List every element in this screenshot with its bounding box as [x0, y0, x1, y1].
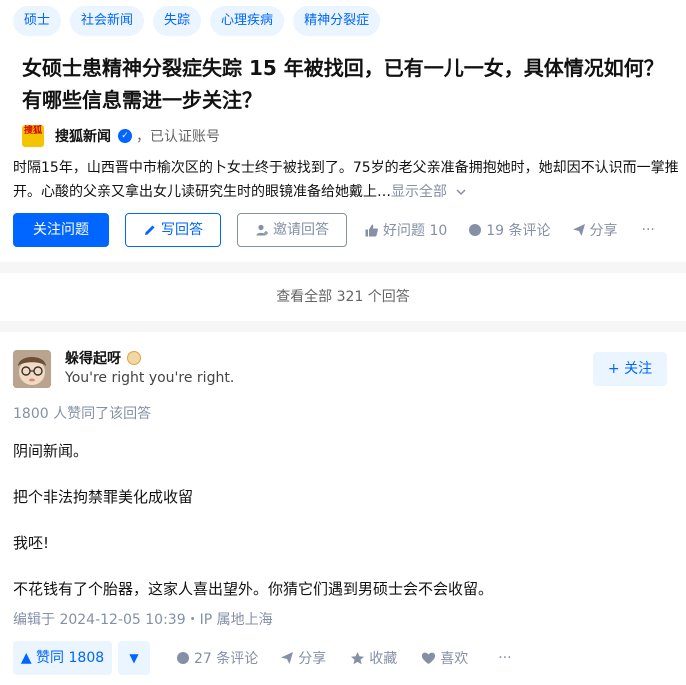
answer-paragraph: 阴间新闻。: [13, 442, 89, 460]
heart-icon: [422, 652, 436, 664]
excerpt-text: 时隔15年，山西晋中市榆次区的卜女士终于被找到了。75岁的老父亲准备拥抱她时，她…: [13, 160, 679, 200]
author-headline: You're right you're right.: [65, 370, 235, 386]
topic-tag[interactable]: 心理疾病: [210, 6, 285, 36]
like-button[interactable]: 喜欢: [421, 648, 468, 668]
topic-tag[interactable]: 社会新闻: [70, 6, 145, 36]
like-label: 喜欢: [440, 651, 469, 667]
answer-paragraph: 我呸!: [13, 534, 50, 552]
write-answer-label: 写回答: [161, 222, 203, 238]
collect-button[interactable]: 收藏: [350, 648, 397, 668]
thumbs-up-icon: [365, 224, 378, 236]
avatar-image: [13, 350, 51, 388]
topic-tag[interactable]: 失踪: [153, 6, 202, 36]
comment-icon: [177, 652, 189, 664]
question-excerpt: 时隔15年，山西晋中市榆次区的卜女士终于被找到了。75岁的老父亲准备拥抱她时，她…: [13, 156, 685, 204]
share-icon: [281, 652, 294, 664]
answer-share-label: 分享: [298, 651, 327, 667]
avatar[interactable]: [13, 350, 51, 388]
verified-text: ，已认证账号: [136, 129, 220, 145]
expand-label: 显示全部: [391, 184, 447, 200]
answer-more-label: ···: [498, 650, 512, 666]
question-source: 搜狐 搜狐新闻 ✓ ，已认证账号: [22, 124, 220, 148]
upvote-summary: 1800 人赞同了该回答: [13, 406, 152, 422]
verified-icon: ✓: [118, 129, 132, 143]
answer-paragraph: 不花钱有了个胎器，这家人喜出望外。你猜它们遇到男硕士会不会收留。: [13, 580, 494, 598]
answer-paragraph: 把个非法拘禁罪美化成收留: [13, 488, 194, 506]
topic-tag[interactable]: 精神分裂症: [293, 6, 381, 36]
sohu-logo[interactable]: 搜狐: [22, 125, 44, 147]
write-answer-button[interactable]: 写回答: [125, 213, 221, 247]
topic-tag[interactable]: 硕士: [13, 6, 62, 36]
question-title[interactable]: 女硕士患精神分裂症失踪 15 年被找回，已有一儿一女，具体情况如何？有哪些信息需…: [22, 52, 682, 116]
invite-answer-button[interactable]: 邀请回答: [237, 213, 347, 247]
downvote-button[interactable]: ▼: [118, 641, 150, 675]
share-icon: [572, 224, 585, 236]
view-all-answers-card: 查看全部 321 个回答: [0, 273, 686, 321]
collect-label: 收藏: [369, 651, 398, 667]
chevron-down-icon: [456, 189, 466, 196]
question-comments-button[interactable]: 19 条评论: [468, 220, 551, 240]
upvote-button[interactable]: ▲ 赞同 1808: [13, 641, 112, 675]
question-comments-label: 19 条评论: [486, 223, 551, 239]
edit-timestamp: 编辑于 2024-12-05 10:39・IP 属地上海: [13, 612, 273, 628]
more-options-button[interactable]: ···: [642, 222, 655, 238]
good-question-button[interactable]: 好问题 10: [364, 220, 447, 240]
answer-card: 躲得起呀 You're right you're right. + 关注 180…: [0, 332, 686, 685]
answer-more-button[interactable]: ···: [498, 650, 511, 666]
question-share-button[interactable]: 分享: [572, 220, 618, 240]
more-label: ···: [641, 222, 655, 238]
comment-icon: [469, 224, 482, 236]
star-icon: [351, 651, 365, 664]
topic-tags: 硕士 社会新闻 失踪 心理疾病 精神分裂症: [13, 6, 381, 36]
answer-comments-label: 27 条评论: [194, 651, 259, 667]
view-all-answers-link[interactable]: 查看全部 321 个回答: [0, 273, 686, 321]
pencil-icon: [145, 225, 155, 235]
expand-button[interactable]: 显示全部: [391, 184, 467, 200]
author-badge-icon: [127, 351, 141, 365]
answer-actions: ▲ 赞同 1808 ▼ 27 条评论 分享 收藏 喜欢 ···: [13, 641, 512, 675]
question-actions: 关注问题 写回答 邀请回答 好问题 10 19 条评论 分享 ···: [13, 213, 655, 247]
question-card: 硕士 社会新闻 失踪 心理疾病 精神分裂症 女硕士患精神分裂症失踪 15 年被找…: [0, 0, 686, 262]
author-info: 躲得起呀: [65, 348, 141, 368]
answer-share-button[interactable]: 分享: [280, 648, 326, 668]
answer-comments-button[interactable]: 27 条评论: [176, 648, 258, 668]
good-question-label: 好问题 10: [383, 223, 448, 239]
source-name[interactable]: 搜狐新闻: [55, 126, 111, 146]
follow-author-button[interactable]: + 关注: [593, 352, 667, 386]
question-share-label: 分享: [589, 223, 618, 239]
follow-question-button[interactable]: 关注问题: [13, 213, 109, 247]
invite-answer-label: 邀请回答: [273, 222, 329, 238]
author-name[interactable]: 躲得起呀: [65, 348, 121, 368]
invite-user-icon: [256, 224, 268, 236]
